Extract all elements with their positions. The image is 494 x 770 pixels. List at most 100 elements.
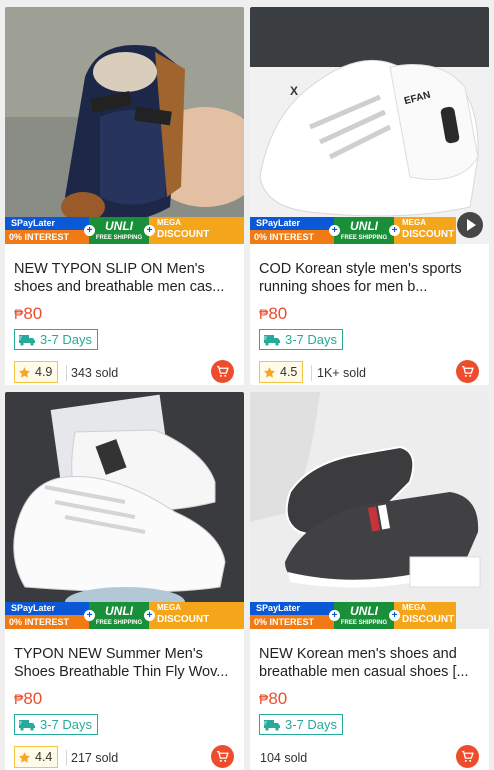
spaylater-label: SPayLater (250, 602, 334, 615)
star-icon (19, 366, 30, 378)
play-video-icon[interactable] (457, 212, 483, 238)
free-shipping-label: FREE SHIPPING (95, 235, 143, 241)
cart-icon (217, 365, 229, 377)
rating-badge: 4.9 (14, 361, 59, 383)
shipping-badge: 3-7 Days (259, 714, 344, 735)
shipping-days: 3-7 Days (285, 717, 338, 732)
plus-icon: + (329, 610, 340, 621)
discount-label: DISCOUNT (157, 614, 210, 625)
shipping-badge: 3-7 Days (259, 329, 344, 350)
interest-label: 0% INTEREST (250, 615, 334, 629)
interest-label: 0% INTEREST (5, 615, 89, 629)
plus-icon: + (389, 225, 400, 236)
spaylater-badge: SPayLater 0% INTEREST (250, 602, 334, 629)
currency-symbol: ₱ (259, 691, 269, 707)
product-card[interactable]: EFAN X SPayLater 0% INTEREST UNLI FREE S… (250, 7, 489, 385)
mega-label: MEGA (157, 218, 181, 227)
delivery-truck-icon (18, 334, 35, 346)
interest-label: 0% INTEREST (5, 230, 89, 244)
product-title[interactable]: COD Korean style men's sports running sh… (259, 260, 481, 296)
mega-discount-badge: MEGA DISCOUNT (394, 602, 456, 629)
spaylater-label: SPayLater (250, 217, 334, 230)
plus-icon: + (389, 610, 400, 621)
product-title[interactable]: TYPON NEW Summer Men's Shoes Breathable … (14, 645, 236, 681)
spaylater-label: SPayLater (5, 602, 89, 615)
product-title[interactable]: NEW Korean men's shoes and breathable me… (259, 645, 481, 681)
promo-banner: SPayLater 0% INTEREST UNLI FREE SHIPPING… (5, 217, 244, 244)
plus-icon: + (329, 225, 340, 236)
divider (311, 365, 312, 381)
unli-label: UNLI (105, 604, 133, 618)
mega-label: MEGA (402, 603, 426, 612)
mega-discount-badge: MEGA DISCOUNT (149, 602, 244, 629)
unli-label: UNLI (350, 219, 378, 233)
delivery-truck-icon (18, 719, 35, 731)
product-price: ₱80 (14, 689, 42, 709)
shipping-days: 3-7 Days (40, 332, 93, 347)
product-image[interactable]: SPayLater 0% INTEREST UNLI FREE SHIPPING… (250, 392, 489, 629)
product-image[interactable]: SPayLater 0% INTEREST UNLI FREE SHIPPING… (5, 392, 244, 629)
spaylater-badge: SPayLater 0% INTEREST (250, 217, 334, 244)
svg-text:X: X (290, 84, 298, 98)
unli-badge: UNLI FREE SHIPPING (334, 602, 394, 629)
shipping-days: 3-7 Days (40, 717, 93, 732)
discount-label: DISCOUNT (157, 229, 210, 240)
price-value: 80 (268, 689, 288, 708)
shipping-days: 3-7 Days (285, 332, 338, 347)
cart-icon (217, 750, 229, 762)
spaylater-badge: SPayLater 0% INTEREST (5, 217, 89, 244)
unli-badge: UNLI FREE SHIPPING (89, 602, 149, 629)
product-image[interactable]: SPayLater 0% INTEREST UNLI FREE SHIPPING… (5, 7, 244, 244)
product-card[interactable]: SPayLater 0% INTEREST UNLI FREE SHIPPING… (5, 7, 244, 385)
divider (66, 365, 67, 381)
product-card[interactable]: SPayLater 0% INTEREST UNLI FREE SHIPPING… (250, 392, 489, 770)
rating-value: 4.9 (35, 365, 53, 379)
product-price: ₱80 (259, 689, 287, 709)
rating-badge: 4.4 (14, 746, 59, 768)
promo-banner: SPayLater 0% INTEREST UNLI FREE SHIPPING… (5, 602, 244, 629)
free-shipping-label: FREE SHIPPING (340, 620, 388, 626)
plus-icon: + (144, 610, 155, 621)
divider (66, 750, 67, 766)
add-to-cart-button[interactable] (211, 745, 234, 768)
unli-badge: UNLI FREE SHIPPING (89, 217, 149, 244)
unli-label: UNLI (105, 219, 133, 233)
currency-symbol: ₱ (14, 691, 24, 707)
mega-discount-badge: MEGA DISCOUNT (394, 217, 456, 244)
currency-symbol: ₱ (14, 306, 24, 322)
spaylater-label: SPayLater (5, 217, 89, 230)
currency-symbol: ₱ (259, 306, 269, 322)
sold-count: 104 sold (260, 751, 308, 765)
star-icon (264, 366, 275, 378)
product-price: ₱80 (14, 304, 42, 324)
price-value: 80 (23, 689, 43, 708)
product-image[interactable]: EFAN X SPayLater 0% INTEREST UNLI FREE S… (250, 7, 489, 244)
rating-badge: 4.5 (259, 361, 304, 383)
promo-banner: SPayLater 0% INTEREST UNLI FREE SHIPPING… (250, 217, 489, 244)
shipping-badge: 3-7 Days (14, 714, 99, 735)
cart-icon (462, 750, 474, 762)
cart-icon (462, 365, 474, 377)
free-shipping-label: FREE SHIPPING (95, 620, 143, 626)
price-value: 80 (268, 304, 288, 323)
interest-label: 0% INTEREST (250, 230, 334, 244)
discount-label: DISCOUNT (402, 614, 455, 625)
add-to-cart-button[interactable] (211, 360, 234, 383)
unli-label: UNLI (350, 604, 378, 618)
free-shipping-label: FREE SHIPPING (340, 235, 388, 241)
add-to-cart-button[interactable] (456, 360, 479, 383)
price-value: 80 (23, 304, 43, 323)
rating-value: 4.5 (280, 365, 298, 379)
shipping-badge: 3-7 Days (14, 329, 99, 350)
spaylater-badge: SPayLater 0% INTEREST (5, 602, 89, 629)
rating-value: 4.4 (35, 750, 53, 764)
discount-label: DISCOUNT (402, 229, 455, 240)
delivery-truck-icon (263, 334, 280, 346)
product-card[interactable]: SPayLater 0% INTEREST UNLI FREE SHIPPING… (5, 392, 244, 770)
delivery-truck-icon (263, 719, 280, 731)
add-to-cart-button[interactable] (456, 745, 479, 768)
unli-badge: UNLI FREE SHIPPING (334, 217, 394, 244)
product-price: ₱80 (259, 304, 287, 324)
product-grid: SPayLater 0% INTEREST UNLI FREE SHIPPING… (0, 0, 494, 770)
product-title[interactable]: NEW TYPON SLIP ON Men's shoes and breath… (14, 260, 236, 296)
